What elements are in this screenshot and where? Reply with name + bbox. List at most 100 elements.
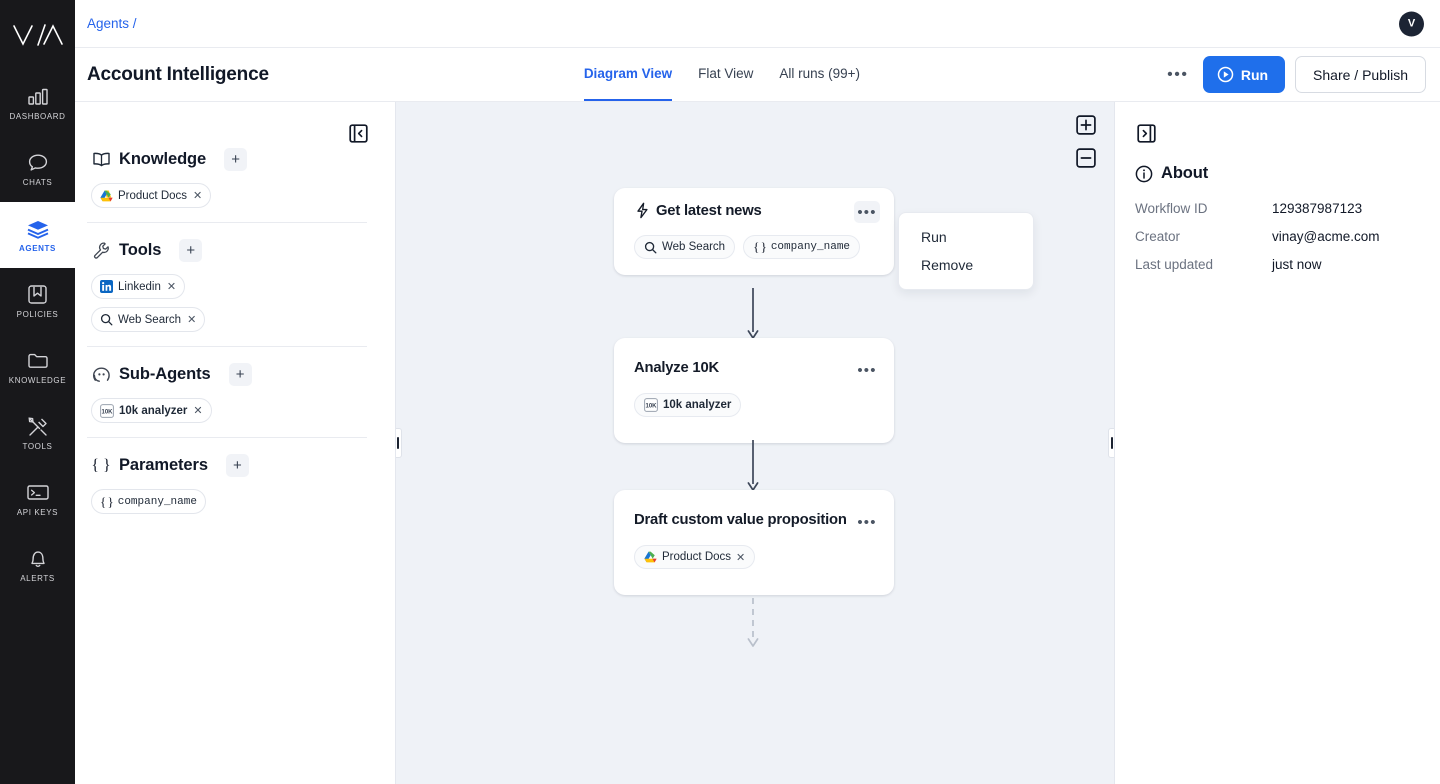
node-get-latest-news[interactable]: Get latest news ••• Web Search {} compa… — [614, 188, 894, 275]
sidebar-item-label: AGENTS — [19, 243, 56, 253]
breadcrumb-bar: Agents / V — [75, 0, 1440, 48]
chip-company-name[interactable]: { } company_name — [91, 489, 206, 514]
avatar[interactable]: V — [1399, 11, 1424, 36]
section-parameters: { } Parameters + { } company_name — [87, 437, 367, 528]
about-title: About — [1161, 164, 1209, 182]
chip-label: Linkedin — [118, 280, 161, 293]
resize-handle-left[interactable] — [396, 428, 402, 458]
chip-label: 10k analyzer — [119, 404, 188, 417]
about-row-last-updated: Last updated just now — [1135, 257, 1420, 272]
context-menu-item-remove[interactable]: Remove — [899, 251, 1033, 279]
chip-label: Web Search — [118, 313, 182, 326]
tenk-icon: 10K — [644, 398, 658, 412]
tab-diagram-view[interactable]: Diagram View — [583, 48, 673, 101]
panel-collapse-left-icon[interactable] — [347, 122, 369, 144]
braces-icon: { } — [100, 493, 114, 509]
node-chip-list: Product Docs ✕ — [634, 545, 880, 569]
chip-product-docs[interactable]: Product Docs ✕ — [91, 183, 212, 208]
node-chip-10k-analyzer[interactable]: 10K 10k analyzer — [634, 393, 742, 417]
close-icon[interactable]: ✕ — [193, 189, 202, 202]
section-knowledge: Knowledge + Product Docs ✕ — [87, 148, 367, 222]
node-chip-list: 10K 10k analyzer — [634, 393, 880, 417]
close-icon[interactable]: ✕ — [193, 404, 202, 417]
workflow-graph: Get latest news ••• Web Search {} compa… — [396, 102, 1114, 784]
tab-all-runs[interactable]: All runs (99+) — [779, 48, 860, 101]
tenk-icon: 10K — [100, 403, 114, 418]
sidebar-item-agents[interactable]: AGENTS — [0, 202, 75, 268]
node-title: Analyze 10K — [634, 360, 854, 376]
linkedin-icon — [100, 280, 113, 293]
context-menu-item-run[interactable]: Run — [899, 223, 1033, 251]
page-title: Account Intelligence — [87, 63, 269, 85]
chip-web-search[interactable]: Web Search ✕ — [91, 307, 206, 332]
chip-label: company_name — [770, 241, 851, 253]
close-icon[interactable]: ✕ — [167, 280, 176, 293]
close-icon[interactable]: ✕ — [187, 313, 196, 326]
about-key: Creator — [1135, 229, 1181, 244]
parameters-chip-list: { } company_name — [87, 489, 367, 514]
node-chip-company-name[interactable]: { } company_name — [743, 235, 861, 259]
chip-label: Product Docs — [118, 189, 188, 202]
sidebar-item-knowledge[interactable]: KNOWLEDGE — [0, 334, 75, 400]
sidebar-item-label: TOOLS — [22, 441, 53, 451]
sidebar-item-dashboard[interactable]: DASHBOARD — [0, 70, 75, 136]
sidebar-item-label: CHATS — [22, 177, 53, 187]
resize-handle-right[interactable] — [1108, 428, 1114, 458]
node-analyze-10k[interactable]: Analyze 10K ••• 10K 10k analyzer — [614, 338, 894, 443]
workspace: Knowledge + Product Docs ✕ Tools + Linke… — [75, 102, 1440, 784]
chip-label: company_name — [117, 495, 197, 508]
section-header: Sub-Agents + — [87, 363, 367, 386]
add-parameter-button[interactable]: + — [225, 454, 249, 477]
run-button[interactable]: Run — [1202, 56, 1286, 93]
agent-face-icon — [91, 365, 111, 385]
section-title: Parameters — [119, 456, 208, 474]
wrench-icon — [91, 241, 111, 261]
node-menu-button[interactable]: ••• — [854, 201, 880, 223]
add-knowledge-button[interactable]: + — [224, 148, 248, 171]
breadcrumb[interactable]: Agents / — [87, 16, 137, 31]
sidebar-item-label: KNOWLEDGE — [8, 375, 67, 385]
node-context-menu: Run Remove — [898, 212, 1034, 290]
about-value: vinay@acme.com — [1272, 229, 1380, 244]
sidebar-item-alerts[interactable]: ALERTS — [0, 532, 75, 598]
node-header: Draft custom value proposition ••• — [634, 512, 880, 533]
braces-icon: { } — [91, 456, 111, 474]
add-tool-button[interactable]: + — [179, 239, 203, 262]
diagram-canvas[interactable]: Get latest news ••• Web Search {} compa… — [395, 102, 1115, 784]
chip-linkedin[interactable]: Linkedin ✕ — [91, 274, 186, 299]
section-title: Tools — [119, 241, 162, 259]
share-publish-button[interactable]: Share / Publish — [1295, 56, 1426, 93]
svg-text:10K: 10K — [645, 403, 657, 409]
tab-flat-view[interactable]: Flat View — [698, 48, 753, 101]
about-key: Last updated — [1135, 257, 1214, 272]
panel-expand-right-icon[interactable] — [1135, 122, 1157, 144]
edge-node1-node2 — [746, 288, 760, 344]
sidebar-item-api-keys[interactable]: API KEYS — [0, 466, 75, 532]
add-sub-agent-button[interactable]: + — [228, 363, 252, 386]
sidebar-item-chats[interactable]: CHATS — [0, 136, 75, 202]
section-title: Sub-Agents — [119, 365, 211, 383]
node-menu-button[interactable]: ••• — [854, 359, 880, 381]
play-circle-icon — [1217, 66, 1234, 83]
app-logo[interactable] — [0, 0, 75, 70]
node-header: Analyze 10K ••• — [634, 360, 880, 381]
node-menu-button[interactable]: ••• — [854, 511, 880, 533]
chip-10k-analyzer[interactable]: 10K 10k analyzer ✕ — [91, 398, 212, 423]
more-options-button[interactable]: ••• — [1163, 60, 1193, 90]
chat-bubble-icon — [27, 152, 49, 174]
node-draft-custom-value-proposition[interactable]: Draft custom value proposition ••• Produ… — [614, 490, 894, 595]
book-icon — [91, 150, 111, 170]
section-sub-agents: Sub-Agents + 10K 10k analyzer ✕ — [87, 346, 367, 437]
close-icon[interactable]: ✕ — [736, 551, 745, 564]
bar-chart-icon — [27, 86, 49, 108]
sidebar-item-policies[interactable]: POLICIES — [0, 268, 75, 334]
view-tabs: Diagram View Flat View All runs (99+) — [583, 48, 860, 101]
node-title: Draft custom value proposition — [634, 512, 854, 528]
node-header: Get latest news ••• — [634, 201, 880, 223]
bell-icon — [28, 548, 48, 570]
node-chip-product-docs[interactable]: Product Docs ✕ — [634, 545, 756, 569]
sidebar-item-tools[interactable]: TOOLS — [0, 400, 75, 466]
about-row-creator: Creator vinay@acme.com — [1135, 229, 1420, 244]
node-chip-web-search[interactable]: Web Search — [634, 235, 736, 259]
chip-label: 10k analyzer — [663, 399, 732, 411]
